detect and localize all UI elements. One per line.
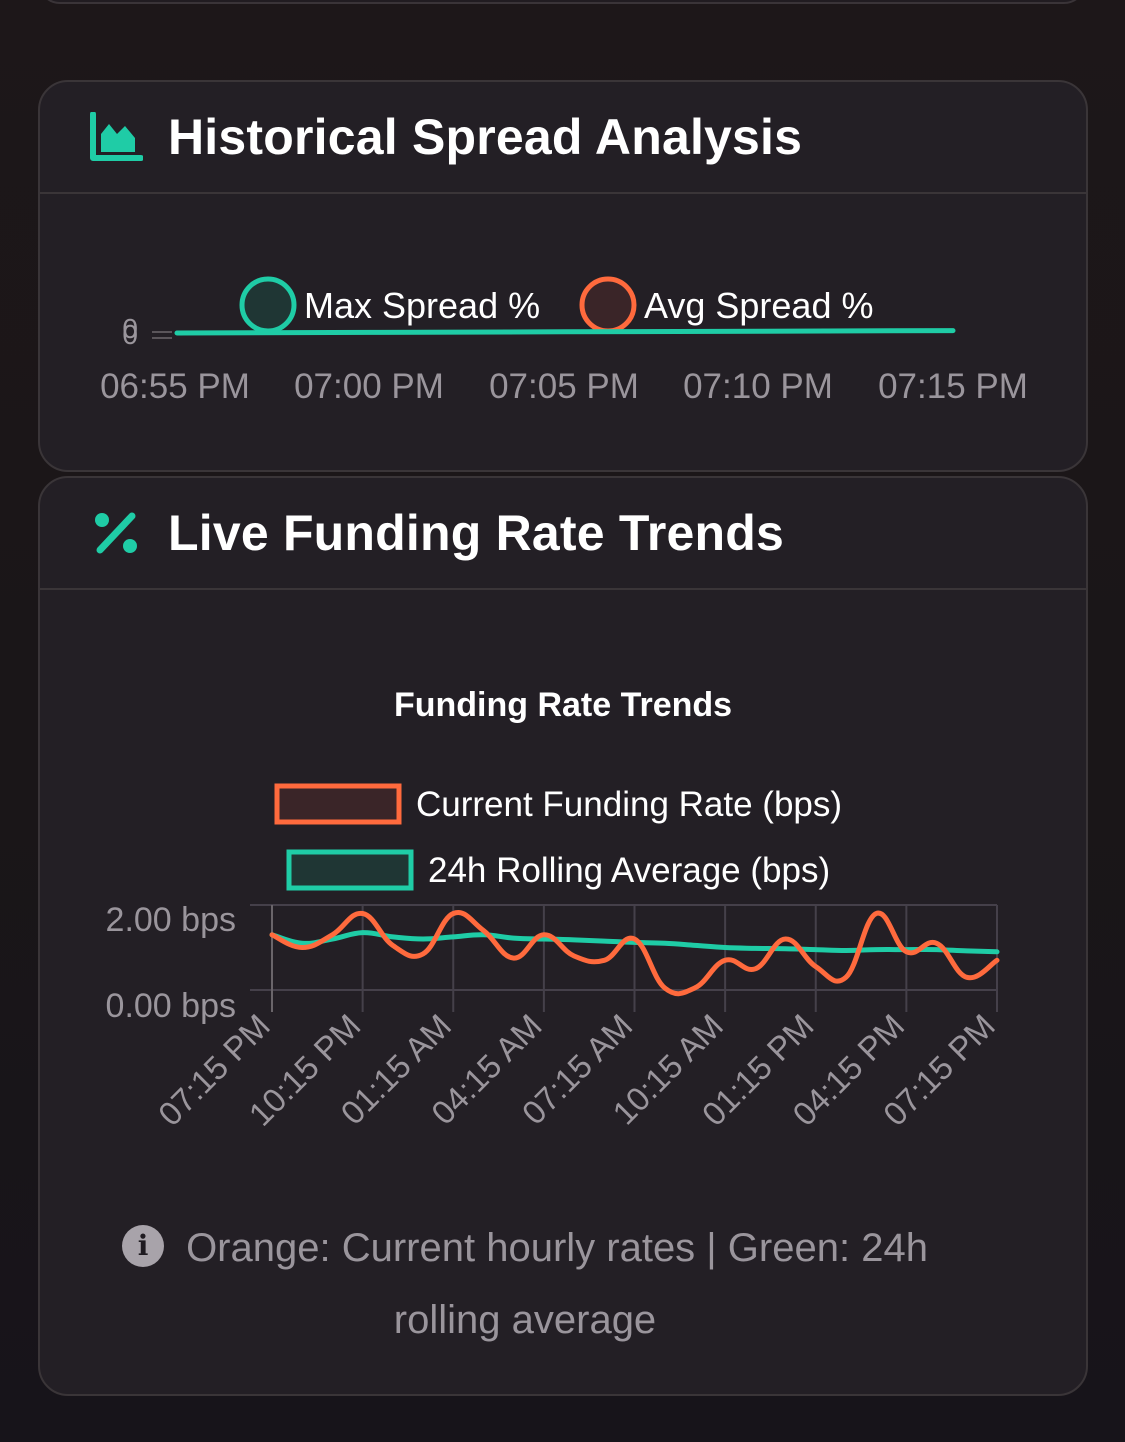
y-tick: 0 0 [122,313,172,350]
legend-max-spread[interactable]: Max Spread % [239,276,540,334]
spread-card-title: Historical Spread Analysis [168,109,803,165]
legend-avg-spread-marker [579,276,637,334]
legend-rolling-average[interactable]: 24h Rolling Average (bps) [286,849,830,891]
y-tick-label-overlap: 0 [122,313,138,344]
spread-chart: Max Spread % Avg Spread % 0 0 06:55 PM 0… [100,276,1028,406]
spread-analysis-card: Historical Spread Analysis Max Spread % … [38,80,1088,472]
x-tick-label: 07:15 PM [878,367,1028,406]
spread-x-axis: 06:55 PM 07:00 PM 07:05 PM 07:10 PM 07:1… [100,367,1028,406]
max-spread-series-line [174,328,956,336]
x-tick-label: 07:05 PM [489,367,639,406]
legend-rolling-average-label: 24h Rolling Average (bps) [428,851,830,890]
x-tick-label: 07:10 PM [683,367,833,406]
x-tick-label: 07:00 PM [294,367,444,406]
funding-card-title: Live Funding Rate Trends [168,505,784,561]
area-chart-icon [88,111,144,163]
legend-rolling-average-swatch [286,849,414,891]
legend-avg-spread-label: Avg Spread % [644,285,873,326]
x-tick-label: 06:55 PM [100,367,250,406]
percent-icon [88,507,144,559]
legend-max-spread-marker [239,276,297,334]
legend-avg-spread[interactable]: Avg Spread % [579,276,873,334]
previous-card-edge [38,0,1086,4]
chart-legend-note-text: Orange: Current hourly rates | Green: 24… [186,1226,928,1342]
legend-max-spread-label: Max Spread % [304,285,540,326]
legend-current-funding[interactable]: Current Funding Rate (bps) [274,783,842,825]
chart-legend-note: i Orange: Current hourly rates | Green: 2… [80,1212,970,1356]
y-tick-label-bottom: 0.00 bps [106,987,236,1025]
funding-chart-title: Funding Rate Trends [394,686,732,724]
funding-card-header: Live Funding Rate Trends [40,478,1086,590]
funding-x-axis: 07:15 PM10:15 PM01:15 AM04:15 AM07:15 AM… [151,1007,1002,1133]
legend-current-funding-label: Current Funding Rate (bps) [416,785,842,824]
funding-chart: Funding Rate Trends Current Funding Rate… [106,686,1002,1133]
info-icon: i [122,1225,165,1267]
spread-card-header: Historical Spread Analysis [40,82,1086,194]
y-tick-label-top: 2.00 bps [106,901,236,939]
legend-current-funding-swatch [274,783,402,825]
